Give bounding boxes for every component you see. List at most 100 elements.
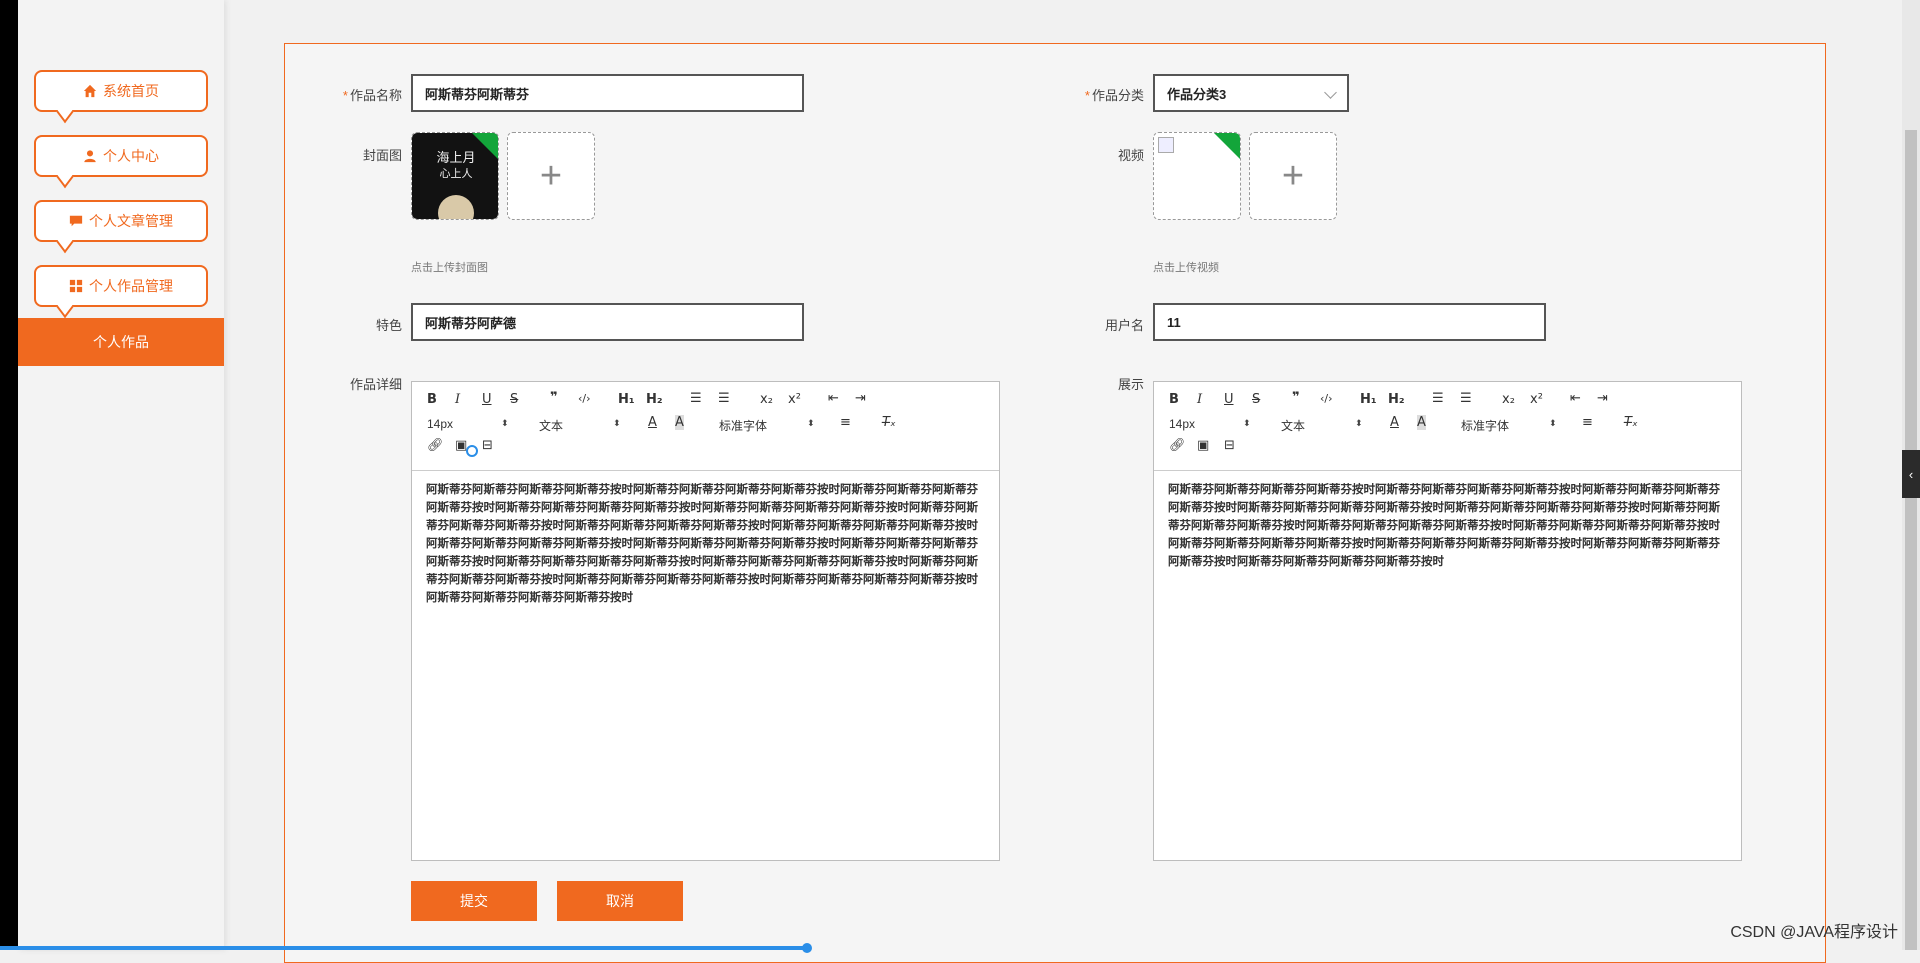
cursor-busy-indicator — [466, 445, 478, 457]
detail-editor-content[interactable]: 阿斯蒂芬阿斯蒂芬阿斯蒂芬阿斯蒂芬按时阿斯蒂芬阿斯蒂芬阿斯蒂芬阿斯蒂芬按时阿斯蒂芬… — [412, 471, 999, 617]
code-icon[interactable]: ‹/› — [578, 392, 591, 405]
display-rich-editor[interactable]: B I U S ❞ ‹/› H₁ H₂ ☰ ☰ x₂ x² ⇤ ⇥ 14px ⬍ … — [1153, 381, 1742, 861]
video-upload-button[interactable]: + — [1249, 132, 1337, 220]
superscript-icon[interactable]: x² — [788, 392, 801, 407]
sidebar-item-label: 个人文章管理 — [89, 213, 173, 229]
clear-format-icon[interactable]: T̶ₓ — [1624, 415, 1638, 430]
sidebar-item-home[interactable]: 系统首页 — [34, 70, 208, 112]
bold-icon[interactable]: B — [1169, 392, 1179, 407]
background-color-icon[interactable]: A — [1417, 415, 1426, 430]
video-icon[interactable]: ⊟ — [482, 438, 493, 453]
heading2-icon[interactable]: H₂ — [1388, 392, 1405, 407]
category-select-value: 作品分类3 — [1167, 86, 1227, 102]
cover-moon-shape — [438, 195, 474, 219]
cover-image-thumbnail[interactable]: 海上月 心上人 — [411, 132, 499, 220]
display-label: 展示 — [1117, 377, 1144, 392]
font-size-value: 14px — [427, 417, 454, 431]
code-icon[interactable]: ‹/› — [1320, 392, 1333, 405]
sidebar-item-label: 个人作品管理 — [89, 278, 173, 294]
align-icon[interactable]: ≡ — [1582, 415, 1593, 430]
bullet-list-icon[interactable]: ☰ — [718, 391, 730, 406]
outdent-icon[interactable]: ⇤ — [828, 391, 839, 406]
heading1-icon[interactable]: H₁ — [618, 392, 635, 407]
sidebar-item-articles[interactable]: 个人文章管理 — [34, 200, 208, 242]
font-family-value: 标准字体 — [1461, 419, 1510, 433]
username-label: 用户名 — [1104, 318, 1144, 333]
align-icon[interactable]: ≡ — [840, 415, 851, 430]
bold-icon[interactable]: B — [427, 392, 437, 407]
display-editor-content[interactable]: 阿斯蒂芬阿斯蒂芬阿斯蒂芬阿斯蒂芬按时阿斯蒂芬阿斯蒂芬阿斯蒂芬阿斯蒂芬按时阿斯蒂芬… — [1154, 471, 1741, 581]
ordered-list-icon[interactable]: ☰ — [1432, 391, 1444, 406]
strike-icon[interactable]: S — [1252, 392, 1260, 407]
subscript-icon[interactable]: x₂ — [1502, 392, 1515, 407]
underline-icon[interactable]: U — [1224, 392, 1234, 407]
underline-icon[interactable]: U — [482, 392, 492, 407]
italic-icon[interactable]: I — [455, 392, 460, 407]
indent-icon[interactable]: ⇥ — [855, 391, 866, 406]
font-family-select[interactable]: 标准字体 ⬍ — [1461, 417, 1557, 434]
link-icon[interactable]: 🔗︎ — [1169, 438, 1186, 453]
sidebar-item-profile[interactable]: 个人中心 — [34, 135, 208, 177]
text-type-select[interactable]: 文本 ⬍ — [539, 417, 621, 434]
updown-arrow-icon: ⬍ — [1355, 418, 1363, 428]
chevron-left-icon: ‹ — [1908, 466, 1914, 482]
updown-arrow-icon: ⬍ — [1549, 418, 1557, 428]
blockquote-icon[interactable]: ❞ — [1292, 390, 1300, 405]
background-color-icon[interactable]: A — [675, 415, 684, 430]
clear-format-icon[interactable]: T̶ₓ — [882, 415, 896, 430]
image-icon[interactable]: ▣ — [1197, 438, 1209, 453]
sidebar: 系统首页 个人中心 个人文章管理 个人作品管理 个人作品 — [18, 0, 224, 950]
chevron-down-icon — [1324, 86, 1337, 99]
detail-label: 作品详细 — [349, 377, 402, 392]
italic-icon[interactable]: I — [1197, 392, 1202, 407]
cover-upload-button[interactable]: + — [507, 132, 595, 220]
sidebar-item-works[interactable]: 个人作品管理 — [34, 265, 208, 307]
font-size-select[interactable]: 14px ⬍ — [427, 417, 509, 431]
scrollbar-thumb[interactable] — [1905, 130, 1917, 950]
video-label: 视频 — [1117, 148, 1144, 163]
link-icon[interactable]: 🔗︎ — [427, 438, 444, 453]
home-icon — [83, 84, 97, 98]
collapse-panel-button[interactable]: ‹ — [1902, 450, 1920, 498]
sidebar-item-label: 系统首页 — [103, 83, 159, 99]
detail-rich-editor[interactable]: B I U S ❞ ‹/› H₁ H₂ ☰ ☰ x₂ x² ⇤ ⇥ 14px ⬍ … — [411, 381, 1000, 861]
updown-arrow-icon: ⬍ — [807, 418, 815, 428]
updown-arrow-icon: ⬍ — [1243, 418, 1251, 428]
cover-hint: 点击上传封面图 — [411, 262, 488, 274]
progress-knob[interactable] — [802, 943, 812, 953]
blockquote-icon[interactable]: ❞ — [550, 390, 558, 405]
video-icon[interactable]: ⊟ — [1224, 438, 1235, 453]
font-color-icon[interactable]: A — [648, 415, 657, 430]
category-select[interactable]: 作品分类3 — [1153, 74, 1349, 112]
upload-success-badge — [472, 133, 498, 159]
cover-label: 封面图 — [362, 148, 402, 163]
heading1-icon[interactable]: H₁ — [1360, 392, 1377, 407]
heading2-icon[interactable]: H₂ — [646, 392, 663, 407]
superscript-icon[interactable]: x² — [1530, 392, 1543, 407]
user-icon — [84, 150, 96, 163]
updown-arrow-icon: ⬍ — [613, 418, 621, 428]
grid-icon — [69, 279, 83, 293]
editor-toolbar: B I U S ❞ ‹/› H₁ H₂ ☰ ☰ x₂ x² ⇤ ⇥ 14px ⬍ … — [1154, 382, 1741, 471]
indent-icon[interactable]: ⇥ — [1597, 391, 1608, 406]
font-size-select[interactable]: 14px ⬍ — [1169, 417, 1251, 431]
strike-icon[interactable]: S — [510, 392, 518, 407]
feature-input[interactable]: 阿斯蒂芬阿萨德 — [411, 303, 804, 341]
font-family-select[interactable]: 标准字体 ⬍ — [719, 417, 815, 434]
text-type-select[interactable]: 文本 ⬍ — [1281, 417, 1363, 434]
subscript-icon[interactable]: x₂ — [760, 392, 773, 407]
name-input[interactable]: 阿斯蒂芬阿斯蒂芬 — [411, 74, 804, 112]
ordered-list-icon[interactable]: ☰ — [690, 391, 702, 406]
username-input[interactable]: 11 — [1153, 303, 1546, 341]
outdent-icon[interactable]: ⇤ — [1570, 391, 1581, 406]
left-edge-strip — [0, 0, 18, 950]
plus-icon: + — [539, 155, 563, 197]
watermark: CSDN @JAVA程序设计 — [1730, 924, 1898, 941]
cancel-button[interactable]: 取消 — [557, 881, 683, 921]
video-thumbnail[interactable] — [1153, 132, 1241, 220]
sidebar-item-my-works-active[interactable]: 个人作品 — [18, 318, 224, 366]
submit-button[interactable]: 提交 — [411, 881, 537, 921]
chat-icon — [69, 215, 83, 227]
font-color-icon[interactable]: A — [1390, 415, 1399, 430]
bullet-list-icon[interactable]: ☰ — [1460, 391, 1472, 406]
